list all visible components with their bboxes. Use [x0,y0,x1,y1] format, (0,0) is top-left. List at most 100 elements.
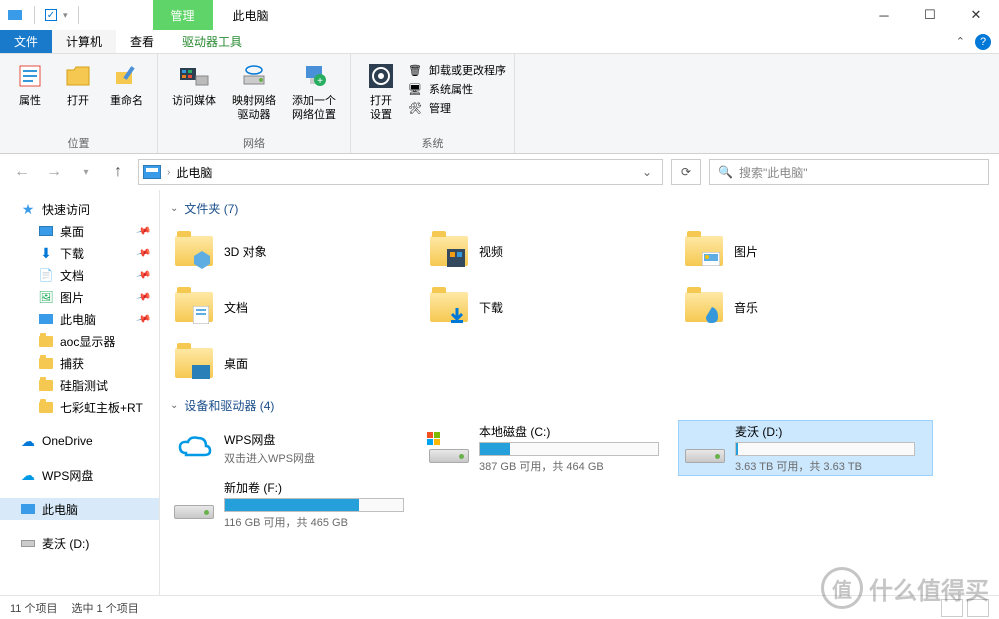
close-button[interactable]: ✕ [953,0,999,30]
nav-item[interactable]: 此电脑📌 [0,308,159,330]
manage-button[interactable]: 🛠管理 [407,100,506,116]
open-label: 打开 [67,94,89,108]
view-details-button[interactable] [941,599,963,617]
nav-item-label: 七彩虹主板+RT [60,399,143,416]
folder-icon [427,287,471,327]
add-network-button[interactable]: + 添加一个 网络位置 [286,58,342,124]
ribbon-tabs: 文件 计算机 查看 驱动器工具 ⌃ ? [0,30,999,54]
folder-item[interactable]: 音乐 [678,279,933,335]
section-devices-title: 设备和驱动器 (4) [184,397,274,414]
tab-view[interactable]: 查看 [116,30,168,53]
folder-icon [172,343,216,383]
tab-drive-tools[interactable]: 驱动器工具 [168,30,256,53]
folder-name: 音乐 [734,299,929,316]
device-icon [172,484,216,524]
folder-item[interactable]: 文档 [168,279,423,335]
device-item[interactable]: 本地磁盘 (C:)387 GB 可用，共 464 GB [423,420,678,476]
nav-item[interactable]: 📄文档📌 [0,264,159,286]
nav-item[interactable]: 捕获 [0,352,159,374]
search-box[interactable]: 🔍 搜索"此电脑" [709,159,989,185]
sysprops-label: 系统属性 [429,81,473,97]
view-large-button[interactable] [967,599,989,617]
nav-quick-access[interactable]: ★ 快速访问 [0,198,159,220]
address-bar[interactable]: › 此电脑 ⌄ [138,159,663,185]
pc-icon [20,501,36,517]
status-bar: 11 个项目 选中 1 个项目 [0,595,999,619]
nav-onedrive[interactable]: ☁ OneDrive [0,430,159,452]
qat-properties-icon[interactable]: ✓ [45,9,57,21]
body: ★ 快速访问 桌面📌⬇下载📌📄文档📌🖼图片📌此电脑📌aoc显示器捕获硅脂测试七彩… [0,190,999,595]
devices-grid: WPS网盘双击进入WPS网盘本地磁盘 (C:)387 GB 可用，共 464 G… [168,420,991,532]
media-label: 访问媒体 [172,94,216,108]
folder-item[interactable]: 下载 [423,279,678,335]
wps-icon: ☁ [20,467,36,483]
forward-button[interactable]: → [42,160,66,184]
nav-pane: ★ 快速访问 桌面📌⬇下载📌📄文档📌🖼图片📌此电脑📌aoc显示器捕获硅脂测试七彩… [0,190,160,595]
history-dropdown[interactable]: ▾ [74,160,98,184]
help-icon[interactable]: ? [975,34,991,50]
nav-thispc[interactable]: 此电脑 [0,498,159,520]
drive-icon [20,535,36,551]
uninstall-label: 卸载或更改程序 [429,62,506,78]
back-button[interactable]: ← [10,160,34,184]
properties-button[interactable]: 属性 [8,58,52,110]
folder-name: 文档 [224,299,419,316]
settings-icon [365,60,397,92]
folder-item[interactable]: 视频 [423,223,678,279]
nav-item-label: 硅脂测试 [60,377,108,394]
open-settings-button[interactable]: 打开 设置 [359,58,403,124]
device-sub: 116 GB 可用，共 465 GB [224,514,419,530]
folder-item[interactable]: 图片 [678,223,933,279]
nav-drive-d[interactable]: 麦沃 (D:) [0,532,159,554]
sysprops-button[interactable]: 🖥系统属性 [407,81,506,97]
status-item-count: 11 个项目 [10,600,57,616]
device-icon [683,428,727,468]
up-button[interactable]: ↑ [106,160,130,184]
nav-item[interactable]: aoc显示器 [0,330,159,352]
ribbon-group-network: 访问媒体 映射网络 驱动器 + 添加一个 网络位置 网络 [158,54,351,153]
collapse-ribbon-icon[interactable]: ⌃ [956,35,965,48]
folder-icon [38,355,54,371]
tab-file[interactable]: 文件 [0,30,52,53]
maximize-button[interactable]: ☐ [907,0,953,30]
nav-item[interactable]: 🖼图片📌 [0,286,159,308]
add-network-label: 添加一个 网络位置 [292,94,336,122]
nav-item[interactable]: 硅脂测试 [0,374,159,396]
nav-thispc-label: 此电脑 [42,501,78,518]
nav-item[interactable]: 七彩虹主板+RT [0,396,159,418]
section-folders-header[interactable]: ⌄ 文件夹 (7) [168,194,991,223]
device-item[interactable]: 新加卷 (F:)116 GB 可用，共 465 GB [168,476,423,532]
device-item[interactable]: 麦沃 (D:)3.63 TB 可用，共 3.63 TB [678,420,933,476]
capacity-bar [735,442,915,456]
device-name: 本地磁盘 (C:) [479,423,674,440]
rename-icon [111,60,143,92]
nav-item[interactable]: 桌面📌 [0,220,159,242]
nav-item[interactable]: ⬇下载📌 [0,242,159,264]
tab-computer[interactable]: 计算机 [52,30,116,53]
section-folders-title: 文件夹 (7) [184,200,238,217]
context-tab-manage[interactable]: 管理 [153,0,213,30]
search-placeholder: 搜索"此电脑" [739,164,808,181]
address-dropdown-icon[interactable]: ⌄ [636,165,658,179]
access-media-button[interactable]: 访问媒体 [166,58,222,110]
folder-item[interactable]: 3D 对象 [168,223,423,279]
content-pane: ⌄ 文件夹 (7) 3D 对象视频图片文档下载 音乐桌面 ⌄ 设备和驱动器 (4)… [160,190,999,595]
map-drive-button[interactable]: 映射网络 驱动器 [226,58,282,124]
nav-onedrive-label: OneDrive [42,434,93,448]
doc-icon: 📄 [38,267,54,283]
desktop-icon [38,223,54,239]
open-button[interactable]: 打开 [56,58,100,110]
rename-button[interactable]: 重命名 [104,58,149,110]
folder-item[interactable]: 桌面 [168,335,423,391]
quick-access-toolbar: ✓ ▾ [0,6,83,24]
uninstall-icon: 🗑 [407,62,423,78]
device-item[interactable]: WPS网盘双击进入WPS网盘 [168,420,423,476]
pin-icon: 📌 [135,267,151,283]
refresh-button[interactable]: ⟳ [671,159,701,185]
minimize-button[interactable]: ─ [861,0,907,30]
qat-dropdown-icon[interactable]: ▾ [63,10,68,21]
nav-wps[interactable]: ☁ WPS网盘 [0,464,159,486]
uninstall-button[interactable]: 🗑 卸载或更改程序 [407,62,506,78]
section-devices-header[interactable]: ⌄ 设备和驱动器 (4) [168,391,991,420]
status-selection: 选中 1 个项目 [71,600,138,616]
